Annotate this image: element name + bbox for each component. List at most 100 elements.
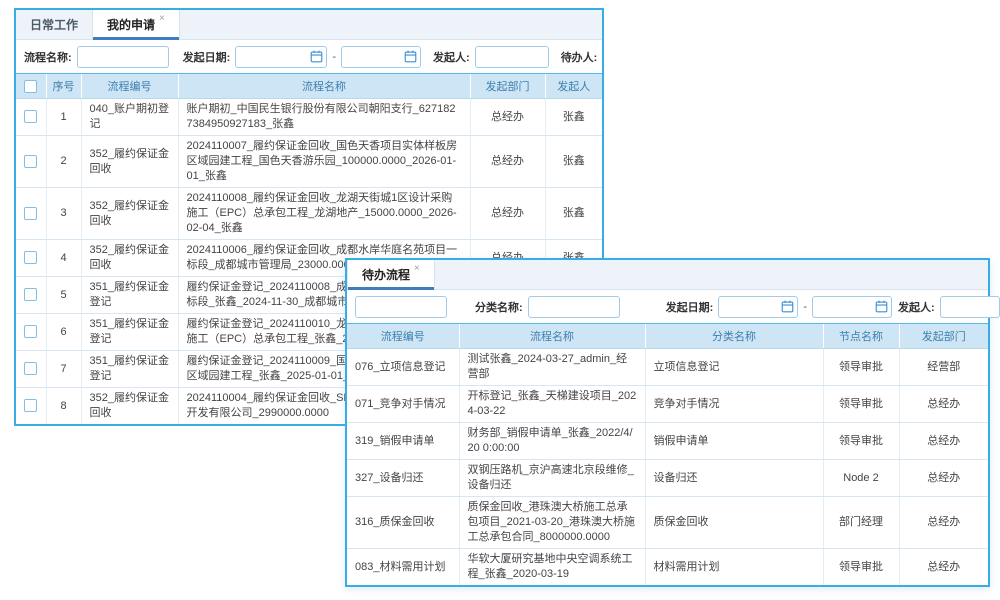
filter-bar: 分类名称: 发起日期: -	[347, 290, 988, 323]
table-row[interactable]: 1 040_账户期初登记 账户期初_中国民生银行股份有限公司朝阳支行_62718…	[16, 99, 602, 136]
cell-name: 质保金回收_港珠澳大桥施工总承包项目_2021-03-20_港珠澳大桥施工总承包…	[459, 497, 645, 549]
column-header-code: 流程编号	[81, 74, 178, 99]
calendar-icon[interactable]	[404, 50, 417, 63]
cell-category: 销假申请单	[645, 423, 823, 460]
process-name-input[interactable]	[77, 46, 169, 68]
row-checkbox[interactable]	[24, 399, 37, 412]
tab-todo-processes[interactable]: 待办流程 ×	[347, 260, 435, 289]
process-name-input[interactable]	[355, 296, 447, 318]
cell-dept: 总经办	[899, 497, 988, 549]
cell-dept: 总经办	[899, 423, 988, 460]
row-checkbox[interactable]	[24, 207, 37, 220]
select-all-checkbox[interactable]	[24, 80, 37, 93]
cell-node: 领导审批	[823, 423, 899, 460]
initiator-input[interactable]	[940, 296, 1000, 318]
start-date-label: 发起日期:	[666, 299, 714, 315]
table-header-row: 序号 流程编号 流程名称 发起部门 发起人	[16, 74, 602, 99]
cell-code: 352_履约保证金回收	[81, 240, 178, 277]
row-checkbox[interactable]	[24, 288, 37, 301]
cell-no: 8	[46, 388, 81, 425]
cell-code: 083_材料需用计划	[347, 549, 459, 586]
category-name-input[interactable]	[528, 296, 620, 318]
tab-bar: 待办流程 ×	[347, 260, 988, 290]
initiator-label: 发起人:	[433, 49, 470, 65]
cell-dept: 经营部	[899, 349, 988, 386]
cell-no: 6	[46, 314, 81, 351]
column-header-person: 发起人	[545, 74, 602, 99]
tab-label: 我的申请	[107, 16, 155, 33]
start-date-label: 发起日期:	[183, 49, 231, 65]
table-row[interactable]: 327_设备归还 双钢压路机_京沪高速北京段维修_设备归还 设备归还 Node …	[347, 460, 988, 497]
category-name-label: 分类名称:	[475, 299, 523, 315]
cell-dept: 总经办	[470, 99, 545, 136]
close-icon[interactable]: ×	[414, 264, 420, 274]
cell-name: 2024110008_履约保证金回收_龙湖天街城1区设计采购施工（EPC）总承包…	[178, 188, 470, 240]
column-header-dept: 发起部门	[470, 74, 545, 99]
cell-node: 领导审批	[823, 349, 899, 386]
cell-name: 双钢压路机_京沪高速北京段维修_设备归还	[459, 460, 645, 497]
cell-dept: 总经办	[470, 136, 545, 188]
cell-code: 327_设备归还	[347, 460, 459, 497]
row-checkbox[interactable]	[24, 251, 37, 264]
cell-category: 材料需用计划	[645, 549, 823, 586]
cell-node: 领导审批	[823, 549, 899, 586]
todo-processes-table: 流程编号 流程名称 分类名称 节点名称 发起部门 076_立项信息登记 测试张鑫…	[347, 323, 988, 585]
table-row[interactable]: 076_立项信息登记 测试张鑫_2024-03-27_admin_经营部 立项信…	[347, 349, 988, 386]
date-range-separator: -	[332, 51, 336, 63]
table-row[interactable]: 083_材料需用计划 华软大厦研究基地中央空调系统工程_张鑫_2020-03-1…	[347, 549, 988, 586]
tab-bar: 日常工作 我的申请 ×	[16, 10, 602, 40]
cell-code: 316_质保金回收	[347, 497, 459, 549]
table-row[interactable]: 319_销假申请单 财务部_销假申请单_张鑫_2022/4/20 0:00:00…	[347, 423, 988, 460]
cell-code: 351_履约保证金登记	[81, 277, 178, 314]
cell-code: 071_竞争对手情况	[347, 386, 459, 423]
column-header-dept: 发起部门	[899, 324, 988, 349]
calendar-icon[interactable]	[781, 300, 794, 313]
cell-code: 351_履约保证金登记	[81, 351, 178, 388]
cell-dept: 总经办	[899, 386, 988, 423]
cell-name: 华软大厦研究基地中央空调系统工程_张鑫_2020-03-19	[459, 549, 645, 586]
cell-code: 351_履约保证金登记	[81, 314, 178, 351]
tab-label: 日常工作	[30, 16, 78, 33]
filter-bar: 流程名称: 发起日期: -	[16, 40, 602, 73]
cell-category: 立项信息登记	[645, 349, 823, 386]
row-checkbox[interactable]	[24, 325, 37, 338]
column-header-code: 流程编号	[347, 324, 459, 349]
column-header-node: 节点名称	[823, 324, 899, 349]
initiator-label: 发起人:	[898, 299, 935, 315]
process-name-label: 流程名称:	[24, 49, 72, 65]
calendar-icon[interactable]	[875, 300, 888, 313]
cell-no: 5	[46, 277, 81, 314]
cell-person: 张鑫	[545, 188, 602, 240]
cell-name: 2024110007_履约保证金回收_国色天香项目实体样板房区域园建工程_国色天…	[178, 136, 470, 188]
cell-no: 4	[46, 240, 81, 277]
column-header-category: 分类名称	[645, 324, 823, 349]
tab-my-applications[interactable]: 我的申请 ×	[92, 10, 180, 39]
table-row[interactable]: 2 352_履约保证金回收 2024110007_履约保证金回收_国色天香项目实…	[16, 136, 602, 188]
initiator-input[interactable]	[475, 46, 549, 68]
tab-label: 待办流程	[362, 266, 410, 283]
close-icon[interactable]: ×	[159, 14, 165, 24]
cell-dept: 总经办	[899, 549, 988, 586]
tab-daily-work[interactable]: 日常工作	[16, 10, 92, 39]
table-header-row: 流程编号 流程名称 分类名称 节点名称 发起部门	[347, 324, 988, 349]
cell-person: 张鑫	[545, 136, 602, 188]
cell-category: 设备归还	[645, 460, 823, 497]
table-row[interactable]: 071_竞争对手情况 开标登记_张鑫_天梯建设项目_2024-03-22 竞争对…	[347, 386, 988, 423]
cell-code: 040_账户期初登记	[81, 99, 178, 136]
row-checkbox[interactable]	[24, 110, 37, 123]
cell-node: 领导审批	[823, 386, 899, 423]
cell-no: 2	[46, 136, 81, 188]
calendar-icon[interactable]	[310, 50, 323, 63]
row-checkbox[interactable]	[24, 362, 37, 375]
table-row[interactable]: 316_质保金回收 质保金回收_港珠澳大桥施工总承包项目_2021-03-20_…	[347, 497, 988, 549]
cell-node: Node 2	[823, 460, 899, 497]
row-checkbox[interactable]	[24, 155, 37, 168]
cell-node: 部门经理	[823, 497, 899, 549]
cell-name: 账户期初_中国民生银行股份有限公司朝阳支行_627182738495092718…	[178, 99, 470, 136]
column-header-name: 流程名称	[178, 74, 470, 99]
cell-name: 财务部_销假申请单_张鑫_2022/4/20 0:00:00	[459, 423, 645, 460]
cell-dept: 总经办	[470, 188, 545, 240]
table-row[interactable]: 3 352_履约保证金回收 2024110008_履约保证金回收_龙湖天街城1区…	[16, 188, 602, 240]
cell-code: 319_销假申请单	[347, 423, 459, 460]
cell-category: 竞争对手情况	[645, 386, 823, 423]
